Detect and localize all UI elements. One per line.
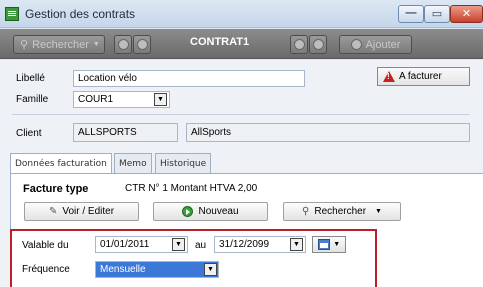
warning-icon — [383, 71, 395, 82]
status-badge[interactable]: A facturer — [377, 67, 470, 86]
libelle-input[interactable]: Location vélo — [73, 70, 305, 87]
minimize-button[interactable]: — — [398, 5, 424, 23]
toolbar-search-button[interactable]: ⚲ Rechercher ▼ — [13, 35, 105, 54]
add-circle-icon — [350, 39, 362, 50]
voir-editer-label: Voir / Editer — [62, 206, 115, 217]
calendar-button[interactable]: ▼ — [312, 236, 346, 253]
libelle-label: Libellé — [16, 73, 45, 84]
minimize-icon: — — [405, 7, 417, 19]
maximize-button[interactable]: ▭ — [424, 5, 450, 23]
add-label: Ajouter — [365, 38, 401, 51]
calendar-icon — [317, 239, 330, 250]
add-button[interactable]: Ajouter — [339, 35, 412, 54]
previous-record-button[interactable] — [114, 35, 132, 54]
client-label: Client — [16, 128, 42, 139]
facture-type-value: CTR N° 1 Montant HTVA 2,00 — [125, 183, 258, 194]
chevron-down-icon: ▼ — [375, 208, 382, 215]
close-button[interactable]: ✕ — [450, 5, 483, 23]
tab-historique[interactable]: Historique — [155, 153, 212, 173]
app-icon — [5, 7, 19, 21]
divider — [12, 114, 470, 115]
facture-type-label: Facture type — [23, 183, 89, 195]
chevron-down-icon[interactable]: ▼ — [154, 93, 167, 106]
rechercher-button[interactable]: ⚲ Rechercher ▼ — [283, 202, 401, 221]
nouveau-button[interactable]: Nouveau — [153, 202, 268, 221]
status-badge-label: A facturer — [399, 71, 442, 82]
famille-label: Famille — [16, 94, 49, 105]
last-record-button[interactable] — [309, 35, 327, 54]
window-title: Gestion des contrats — [25, 7, 136, 21]
arrow-circle-icon — [136, 39, 148, 50]
chevron-down-icon[interactable]: ▼ — [204, 263, 217, 276]
nouveau-label: Nouveau — [198, 206, 239, 217]
client-name-field: AllSports — [186, 123, 470, 142]
date-from-dropdown[interactable]: ▼ — [172, 238, 185, 251]
toolbar-search-label: Rechercher — [32, 38, 89, 51]
close-icon: ✕ — [461, 8, 472, 20]
next-record-button[interactable] — [133, 35, 151, 54]
arrow-circle-icon — [117, 39, 129, 50]
binoculars-icon: ⚲ — [302, 206, 310, 217]
frequence-select[interactable]: Mensuelle — [95, 261, 219, 278]
tab-memo[interactable]: Memo — [114, 153, 152, 173]
first-record-button[interactable] — [290, 35, 308, 54]
title-bar: Gestion des contrats — ▭ ✕ — [0, 0, 483, 28]
maximize-icon: ▭ — [431, 8, 443, 20]
binoculars-icon: ⚲ — [20, 39, 29, 51]
chevron-down-icon: ▼ — [92, 41, 100, 48]
record-title: CONTRAT1 — [190, 36, 250, 48]
date-to-dropdown[interactable]: ▼ — [290, 238, 303, 251]
client-code-field[interactable]: ALLSPORTS — [73, 123, 178, 142]
frequence-label: Fréquence — [22, 264, 70, 275]
au-label: au — [195, 240, 207, 251]
arrow-circle-icon — [312, 39, 324, 50]
tab-donnees-facturation[interactable]: Données facturation — [10, 153, 112, 174]
valable-du-label: Valable du — [22, 240, 69, 251]
rechercher-label: Rechercher — [314, 206, 367, 217]
voir-editer-button[interactable]: ✎ Voir / Editer — [24, 202, 139, 221]
chevron-down-icon: ▼ — [333, 241, 341, 248]
edit-icon: ✎ — [48, 206, 58, 217]
new-icon — [182, 206, 194, 217]
arrow-circle-icon — [293, 39, 305, 50]
